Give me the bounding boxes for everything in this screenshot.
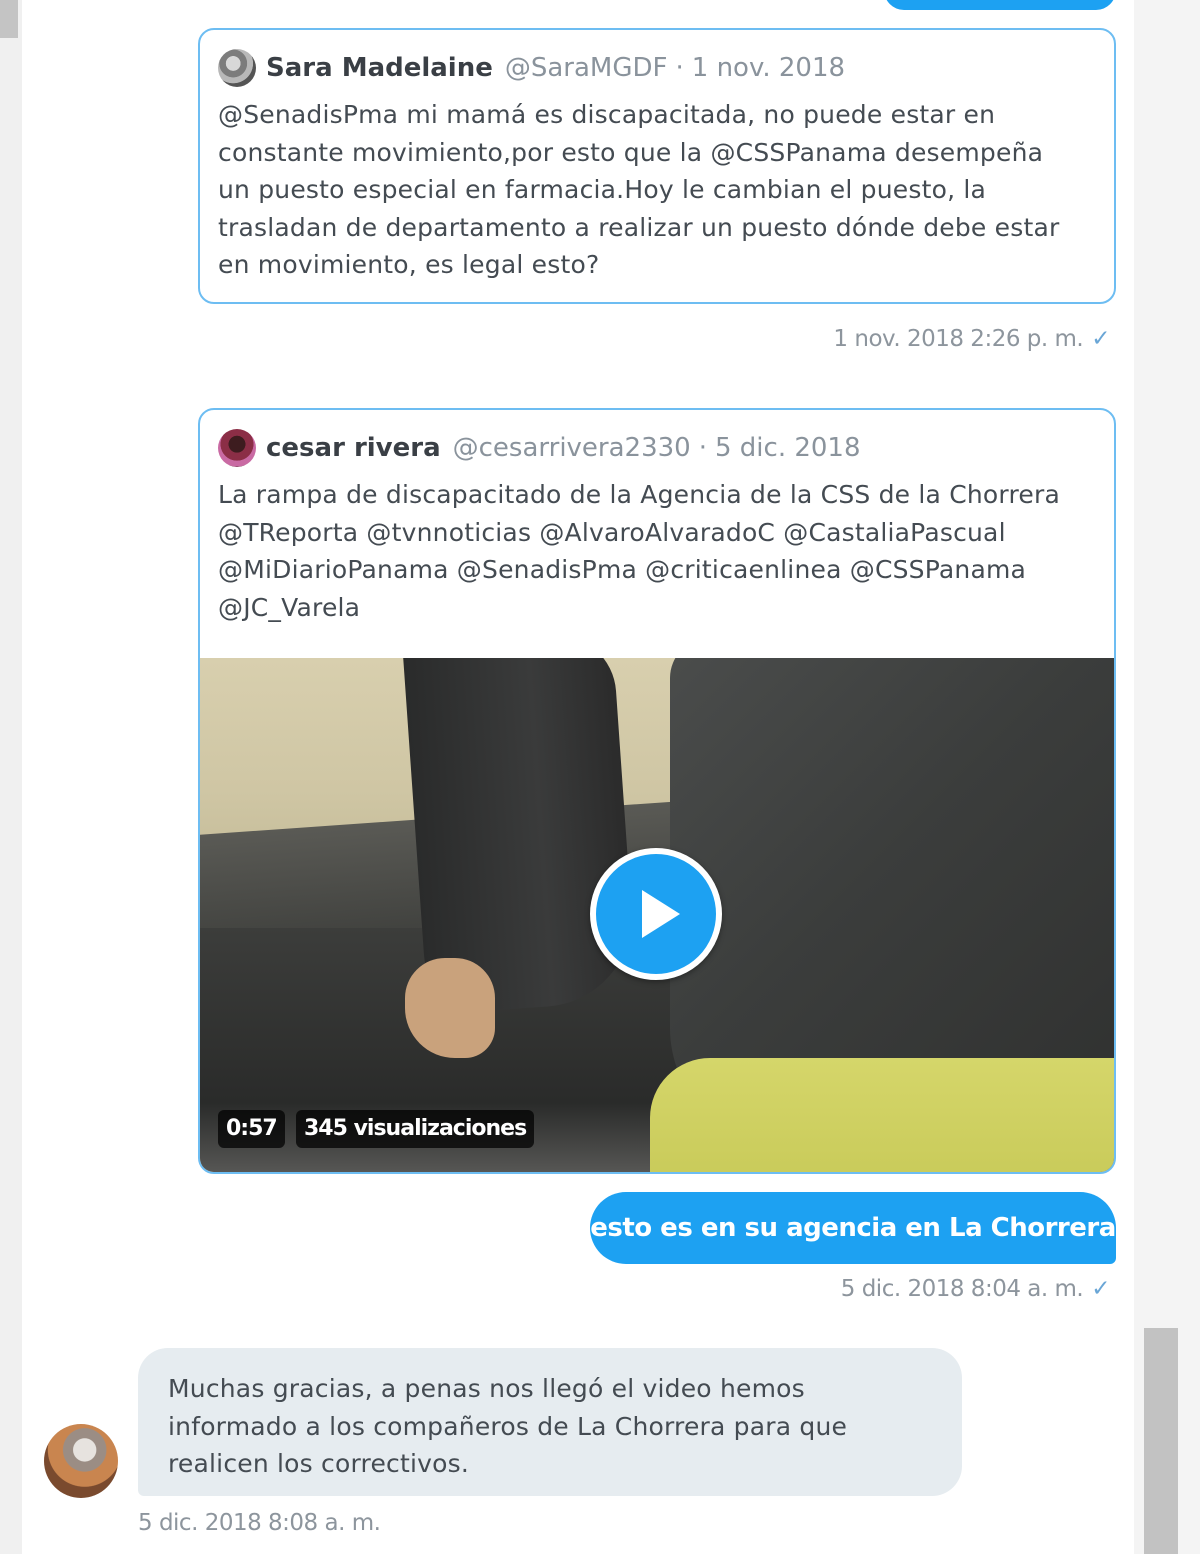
message-timestamp: 5 dic. 2018 8:04 a. m. ✓ — [840, 1276, 1111, 1302]
author-handle: @cesarrivera2330 — [452, 433, 691, 463]
read-check-icon: ✓ — [1091, 326, 1110, 352]
received-message-bubble[interactable]: Muchas gracias, a penas nos llegó el vid… — [138, 1348, 962, 1496]
quoted-tweet-card[interactable]: Sara Madelaine @SaraMGDF · 1 nov. 2018 @… — [198, 28, 1116, 304]
tweet-header: cesar rivera @cesarrivera2330 · 5 dic. 2… — [218, 428, 861, 468]
scrollbar-track[interactable] — [1134, 0, 1200, 1554]
tweet-date: 1 nov. 2018 — [691, 53, 846, 83]
play-button[interactable] — [590, 848, 722, 980]
author-handle: @SaraMGDF — [504, 53, 668, 83]
timestamp-text: 5 dic. 2018 8:08 a. m. — [138, 1510, 381, 1536]
author-name: cesar rivera — [266, 433, 441, 463]
sent-message-text: esto es en su agencia en La Chorrera — [590, 1213, 1116, 1243]
video-duration-badge: 0:57 — [218, 1110, 285, 1148]
video-player[interactable]: 0:57 345 visualizaciones — [200, 658, 1114, 1172]
tweet-text: La rampa de discapacitado de la Agencia … — [218, 480, 1060, 622]
previous-sent-message-bubble — [884, 0, 1116, 10]
separator: · — [675, 53, 684, 83]
profile-photo-avatar — [218, 49, 256, 87]
message-timestamp: 5 dic. 2018 8:08 a. m. — [138, 1510, 381, 1536]
tweet-date: 5 dic. 2018 — [714, 433, 861, 463]
separator: · — [698, 433, 707, 463]
timestamp-text: 5 dic. 2018 8:04 a. m. — [840, 1276, 1084, 1302]
play-icon — [642, 890, 680, 938]
scrollbar-thumb[interactable] — [1144, 1328, 1178, 1554]
author-name: Sara Madelaine — [266, 53, 493, 83]
video-views-badge: 345 visualizaciones — [296, 1110, 535, 1148]
sent-message-bubble[interactable]: esto es en su agencia en La Chorrera — [590, 1192, 1116, 1264]
timestamp-text: 1 nov. 2018 2:26 p. m. — [833, 326, 1084, 352]
quoted-tweet-card[interactable]: cesar rivera @cesarrivera2330 · 5 dic. 2… — [198, 408, 1116, 1174]
read-check-icon: ✓ — [1091, 1276, 1110, 1302]
video-frame-pants — [650, 1058, 1114, 1172]
message-timestamp: 1 nov. 2018 2:26 p. m. ✓ — [833, 326, 1110, 352]
left-scrollbar-thumb[interactable] — [0, 0, 18, 38]
tweet-text: @SenadisPma mi mamá es discapacitada, no… — [218, 100, 1060, 279]
video-frame-hand — [405, 958, 495, 1058]
left-pane-edge — [0, 0, 22, 1554]
tweet-header: Sara Madelaine @SaraMGDF · 1 nov. 2018 — [218, 48, 845, 88]
profile-photo-avatar — [218, 429, 256, 467]
sender-avatar[interactable] — [44, 1424, 118, 1498]
